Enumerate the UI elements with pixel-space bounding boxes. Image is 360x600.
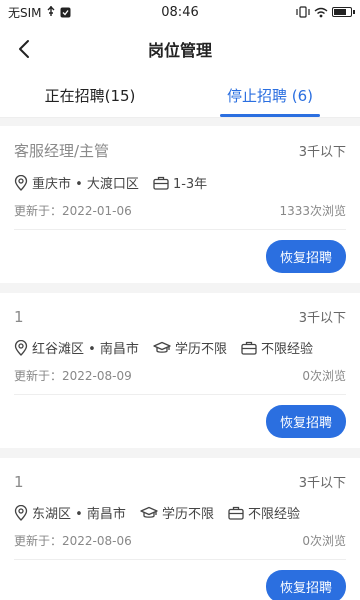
status-right: [296, 6, 355, 18]
job-education-label: 学历不限: [161, 507, 214, 522]
wifi-icon: [314, 7, 328, 18]
job-education: 学历不限: [140, 503, 214, 522]
briefcase-icon: [153, 176, 169, 190]
briefcase-icon: [228, 506, 244, 520]
nav-bar: 岗位管理: [0, 24, 360, 74]
battery-icon: [332, 7, 355, 17]
job-location: 重庆市 • 大渡口区: [14, 173, 139, 192]
graduation-cap-icon: [140, 506, 158, 518]
job-education: 学历不限: [153, 338, 227, 357]
job-salary: 3千以下: [298, 476, 346, 491]
job-list: 客服经理/主管 3千以下 重庆市 • 大渡口区 1-3年 更新于：2022-01…: [0, 118, 360, 600]
resume-recruiting-button[interactable]: 恢复招聘: [265, 570, 346, 600]
job-updated: 更新于：2022-01-06: [14, 204, 132, 218]
tab-recruiting[interactable]: 正在招聘(15): [0, 74, 180, 117]
status-bar: 无SIM 08:46: [0, 0, 360, 24]
job-experience-label: 不限经验: [260, 342, 313, 357]
tab-bar: 正在招聘(15) 停止招聘 (6): [0, 74, 360, 118]
job-location: 东湖区 • 南昌市: [14, 503, 126, 522]
job-views: 0次浏览: [302, 369, 346, 383]
vibrate-icon: [296, 6, 310, 18]
page-title: 岗位管理: [147, 41, 212, 60]
resume-recruiting-button[interactable]: 恢复招聘: [265, 240, 346, 273]
chevron-left-icon: [19, 40, 29, 58]
job-experience-label: 不限经验: [247, 507, 300, 522]
job-title: 1: [14, 307, 24, 326]
job-card[interactable]: 客服经理/主管 3千以下 重庆市 • 大渡口区 1-3年 更新于：2022-01…: [0, 126, 360, 283]
status-left: 无SIM: [8, 4, 71, 21]
location-pin-icon: [14, 339, 28, 356]
job-location-label: 重庆市 • 大渡口区: [32, 177, 139, 192]
carrier-label: 无SIM: [8, 5, 42, 20]
usb-icon: [46, 6, 56, 18]
job-views: 1333次浏览: [279, 204, 346, 218]
job-location: 红谷滩区 • 南昌市: [14, 338, 139, 357]
resume-recruiting-button[interactable]: 恢复招聘: [265, 405, 346, 438]
job-experience: 1-3年: [153, 173, 207, 192]
job-salary: 3千以下: [298, 145, 346, 160]
briefcase-icon: [241, 341, 257, 355]
job-title: 1: [14, 472, 24, 491]
job-card[interactable]: 1 3千以下 红谷滩区 • 南昌市 学历不限 不限经验 更新于：2022-08-…: [0, 293, 360, 448]
job-experience: 不限经验: [241, 338, 313, 357]
tab-stopped[interactable]: 停止招聘 (6): [180, 74, 360, 117]
back-button[interactable]: [10, 35, 38, 63]
job-title: 客服经理/主管: [14, 142, 110, 160]
job-salary: 3千以下: [298, 311, 346, 326]
job-experience-label: 1-3年: [172, 177, 208, 192]
graduation-cap-icon: [153, 341, 171, 353]
job-card[interactable]: 1 3千以下 东湖区 • 南昌市 学历不限 不限经验 更新于：2022-08-0…: [0, 458, 360, 600]
job-education-label: 学历不限: [174, 342, 227, 357]
job-location-label: 东湖区 • 南昌市: [32, 507, 126, 522]
location-pin-icon: [14, 174, 28, 191]
job-updated: 更新于：2022-08-06: [14, 534, 132, 548]
job-views: 0次浏览: [302, 534, 346, 548]
location-pin-icon: [14, 504, 28, 521]
job-updated: 更新于：2022-08-09: [14, 369, 132, 383]
notification-icon: [60, 7, 71, 18]
job-location-label: 红谷滩区 • 南昌市: [32, 342, 139, 357]
job-experience: 不限经验: [228, 503, 300, 522]
